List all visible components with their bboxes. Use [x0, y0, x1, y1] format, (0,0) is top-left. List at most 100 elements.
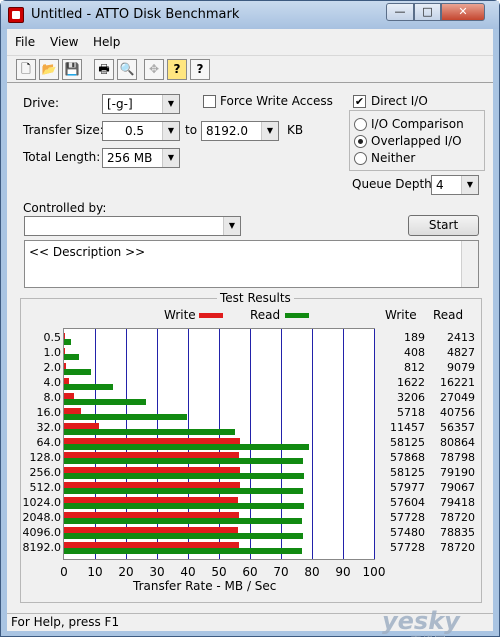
read-bar: [64, 548, 303, 555]
write-column-header: Write: [385, 308, 417, 322]
maximize-button[interactable]: □: [414, 3, 441, 21]
chevron-down-icon[interactable]: ▼: [261, 122, 278, 140]
read-bar: [64, 473, 304, 480]
x-gridline: [312, 329, 313, 559]
read-bar: [64, 518, 303, 525]
test-results-title: Test Results: [217, 291, 294, 305]
print-icon[interactable]: 🖶: [94, 59, 114, 80]
drive-label: Drive:: [23, 96, 60, 110]
neither-radio[interactable]: [354, 152, 367, 165]
status-text: For Help, press F1: [11, 615, 120, 629]
title-bar[interactable]: Untitled - ATTO Disk Benchmark — □ ✕: [1, 1, 499, 29]
read-bar: [64, 383, 114, 390]
save-icon[interactable]: 💾: [62, 59, 82, 80]
chevron-down-icon[interactable]: ▼: [162, 122, 179, 140]
x-tick-label: 50: [211, 565, 227, 579]
write-value: 57728: [390, 540, 425, 554]
force-write-access-checkbox[interactable]: [203, 95, 216, 108]
transfer-size-tick-label: 8192.0: [22, 540, 62, 554]
read-value: 16221: [440, 376, 475, 390]
transfer-size-tick-label: 128.0: [29, 450, 62, 464]
transfer-size-to-select[interactable]: 8192.0 ▼: [201, 121, 279, 141]
open-folder-icon[interactable]: 📂: [39, 59, 59, 80]
read-value: 27049: [440, 391, 475, 405]
io-comparison-radio[interactable]: [354, 118, 367, 131]
x-gridline: [343, 329, 344, 559]
move-icon[interactable]: ✥: [144, 59, 164, 80]
read-value: 80864: [440, 436, 475, 449]
legend-write-label: Write: [164, 308, 196, 322]
read-bar: [64, 368, 92, 375]
read-value: 78720: [440, 510, 475, 524]
read-bar: [64, 398, 146, 405]
read-bar: [64, 428, 235, 435]
transfer-size-tick-label: 4.0: [43, 376, 62, 390]
direct-io-checkbox[interactable]: ✔: [353, 95, 366, 108]
x-gridline: [374, 329, 375, 559]
write-value: 57604: [390, 495, 425, 509]
transfer-size-tick-label: 0.5: [43, 331, 62, 345]
start-button[interactable]: Start: [408, 215, 479, 236]
chevron-down-icon[interactable]: ▼: [461, 176, 478, 194]
transfer-rate-chart: [63, 328, 375, 560]
total-length-value: 256 MB: [107, 151, 153, 165]
queue-depth-value: 4: [436, 178, 444, 192]
overlapped-io-radio[interactable]: [354, 135, 367, 148]
transfer-size-unit: KB: [287, 123, 304, 137]
write-value: 1622: [397, 376, 425, 390]
read-value: 79067: [440, 480, 475, 494]
total-length-select[interactable]: 256 MB ▼: [102, 148, 180, 168]
transfer-size-tick-label: 32.0: [36, 421, 62, 435]
chevron-down-icon[interactable]: ▼: [223, 217, 240, 235]
chevron-down-icon[interactable]: ▼: [162, 95, 179, 113]
x-tick-label: 20: [118, 565, 134, 579]
svg-text:yesky: yesky: [382, 607, 461, 635]
transfer-size-from-value: 0.5: [124, 124, 145, 138]
transfer-size-tick-label: 64.0: [36, 436, 62, 449]
write-value: 812: [404, 361, 425, 375]
x-axis-label: Transfer Rate - MB / Sec: [133, 579, 277, 593]
read-bar: [64, 339, 72, 345]
drive-select[interactable]: [-g-] ▼: [102, 94, 180, 114]
x-tick-label: 100: [362, 565, 386, 579]
close-button[interactable]: ✕: [441, 3, 485, 21]
write-value: 58125: [390, 465, 425, 479]
menu-help[interactable]: Help: [93, 35, 120, 49]
transfer-size-tick-label: 8.0: [43, 391, 62, 405]
read-bar: [64, 533, 303, 540]
write-value: 57480: [390, 525, 425, 539]
help-icon[interactable]: ?: [167, 59, 187, 80]
read-value: 56357: [440, 421, 475, 435]
write-value: 3206: [397, 391, 425, 405]
new-doc-icon[interactable]: 🗋: [16, 59, 36, 80]
transfer-size-tick-label: 4096.0: [22, 525, 62, 539]
window-title: Untitled - ATTO Disk Benchmark: [31, 7, 240, 22]
description-scrollbar[interactable]: [461, 241, 478, 287]
direct-io-label: Direct I/O: [371, 94, 428, 108]
read-bar: [64, 353, 79, 360]
read-value: 40756: [440, 406, 475, 420]
write-value: 57977: [390, 480, 425, 494]
toolbar: 🗋 📂 💾 🖶 🔍 ✥ ? ?: [7, 55, 493, 83]
print-preview-icon[interactable]: 🔍: [117, 59, 137, 80]
x-tick-label: 80: [304, 565, 320, 579]
menu-file[interactable]: File: [15, 35, 35, 49]
description-box[interactable]: << Description >>: [24, 240, 479, 288]
chevron-down-icon[interactable]: ▼: [162, 149, 179, 167]
x-tick-label: 70: [273, 565, 289, 579]
read-value: 79418: [440, 495, 475, 509]
app-window: Untitled - ATTO Disk Benchmark — □ ✕ Fil…: [0, 0, 500, 637]
x-tick-label: 40: [180, 565, 196, 579]
queue-depth-select[interactable]: 4 ▼: [431, 175, 479, 195]
description-text: << Description >>: [29, 245, 146, 259]
context-help-icon[interactable]: ?: [190, 59, 210, 80]
x-tick-label: 10: [87, 565, 103, 579]
transfer-size-from-select[interactable]: 0.5 ▼: [102, 121, 180, 141]
menu-view[interactable]: View: [50, 35, 78, 49]
controlled-by-select[interactable]: ▼: [24, 216, 241, 236]
minimize-button[interactable]: —: [386, 3, 414, 21]
read-value: 78720: [440, 540, 475, 554]
transfer-size-tick-label: 2048.0: [22, 510, 62, 524]
read-value: 2413: [447, 331, 475, 345]
legend-read-swatch: [285, 313, 309, 318]
